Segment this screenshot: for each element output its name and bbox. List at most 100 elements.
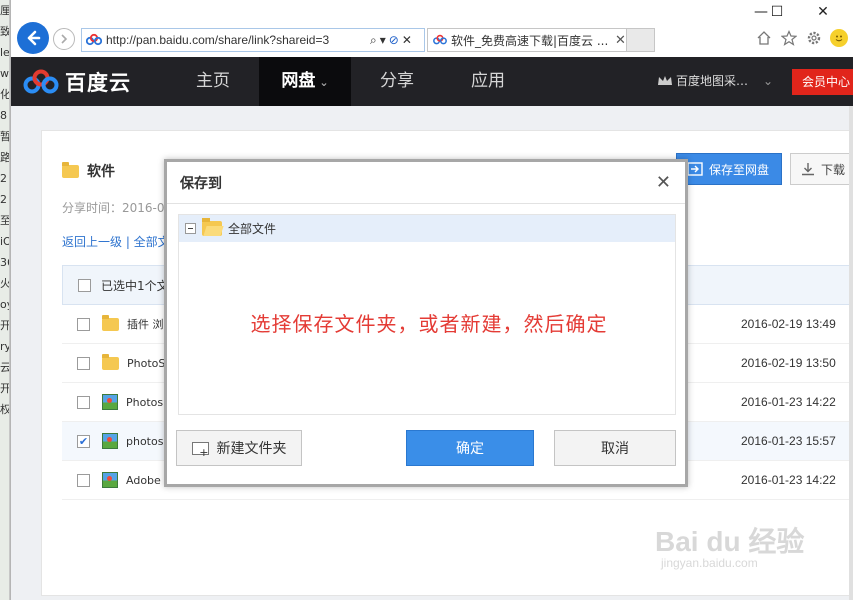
download-button[interactable]: 下载 bbox=[790, 153, 853, 185]
address-bar[interactable]: http://pan.baidu.com/share/link?shareid=… bbox=[81, 28, 425, 52]
file-name-text: 插件 浏 bbox=[127, 318, 164, 331]
tab-close-icon[interactable]: ✕ bbox=[615, 33, 626, 48]
chevron-down-icon: ⌄ bbox=[763, 73, 774, 88]
collapse-icon[interactable] bbox=[185, 223, 196, 234]
gear-icon[interactable] bbox=[805, 29, 823, 47]
bg-char: oy bbox=[0, 298, 9, 311]
user-name: 百度地图采… bbox=[676, 74, 749, 88]
nav-label: 网盘 bbox=[281, 71, 316, 91]
watermark-main: Bai du 经验 bbox=[655, 526, 805, 557]
baidu-yun-logo[interactable]: 百度云 bbox=[23, 67, 131, 97]
open-folder-icon bbox=[202, 218, 222, 236]
save-button-label: 保存至网盘 bbox=[709, 162, 770, 177]
confirm-button[interactable]: 确定 bbox=[406, 430, 534, 466]
scrollbar[interactable] bbox=[849, 106, 853, 600]
address-icons: ⌕ ▾ ⊘ ✕ bbox=[370, 33, 412, 48]
close-window-button[interactable]: ✕ bbox=[808, 4, 838, 20]
new-folder-label: 新建文件夹 bbox=[216, 441, 287, 457]
baidu-cloud-tab-icon bbox=[433, 34, 447, 45]
image-file-icon bbox=[102, 394, 118, 410]
bg-char: 开 bbox=[0, 319, 10, 332]
bg-char: 路 bbox=[0, 151, 10, 164]
row-checkbox[interactable] bbox=[77, 317, 90, 331]
smiley-icon[interactable] bbox=[830, 29, 848, 47]
bg-char: 化 bbox=[0, 88, 10, 101]
nav-home[interactable]: 主页 bbox=[169, 57, 257, 106]
baidu-yun-header: 百度云 主页 网盘 ⌄ 分享 应用 百度地图采… ⌄ 会员中心 bbox=[11, 57, 853, 106]
arrow-left-icon bbox=[27, 30, 41, 46]
dialog-close-icon[interactable]: ✕ bbox=[656, 172, 671, 193]
instruction-annotation: 选择保存文件夹，或者新建，然后确定 bbox=[250, 312, 608, 336]
new-folder-icon bbox=[191, 441, 209, 459]
file-name[interactable]: photos bbox=[102, 433, 163, 449]
file-date: 2016-02-19 13:50 bbox=[741, 356, 836, 370]
back-button[interactable] bbox=[17, 22, 49, 54]
file-name[interactable]: PhotoS bbox=[102, 353, 166, 370]
bg-char: 暂 bbox=[0, 130, 10, 143]
browser-toolbar-icons bbox=[755, 29, 848, 47]
row-checkbox[interactable] bbox=[77, 356, 90, 370]
nav-label: 主页 bbox=[196, 71, 230, 91]
user-menu[interactable]: 百度地图采… ⌄ bbox=[657, 72, 773, 89]
close-icon[interactable]: ✕ bbox=[402, 33, 412, 47]
file-name-text: Photos bbox=[126, 395, 164, 409]
star-icon[interactable] bbox=[780, 29, 798, 47]
nav-netdisk[interactable]: 网盘 ⌄ bbox=[259, 57, 351, 106]
download-button-label: 下载 bbox=[821, 162, 846, 177]
file-name[interactable]: Photos bbox=[102, 394, 163, 410]
cloud-logo-icon bbox=[23, 69, 59, 94]
address-url[interactable]: http://pan.baidu.com/share/link?shareid=… bbox=[106, 33, 366, 47]
stop-icon[interactable]: ⊘ bbox=[389, 33, 399, 47]
image-file-icon bbox=[102, 472, 118, 488]
image-file-icon bbox=[102, 433, 118, 449]
dropdown-icon[interactable]: ▾ bbox=[380, 33, 386, 47]
nav-share[interactable]: 分享 bbox=[351, 57, 443, 106]
bg-char: w bbox=[0, 67, 9, 80]
selected-count: 已选中1个文 bbox=[101, 278, 169, 293]
search-icon[interactable]: ⌕ bbox=[370, 33, 377, 48]
arrow-right-icon bbox=[61, 34, 68, 44]
bg-char: 火 bbox=[0, 277, 10, 290]
row-checkbox[interactable] bbox=[77, 395, 90, 409]
bg-char: ry bbox=[0, 340, 10, 353]
share-title: 软件 bbox=[62, 161, 115, 181]
bg-char: 2 bbox=[0, 193, 7, 206]
row-checkbox[interactable] bbox=[77, 473, 90, 487]
file-name-text: photos bbox=[126, 434, 164, 448]
bg-char: 权 bbox=[0, 403, 10, 416]
cancel-button[interactable]: 取消 bbox=[554, 430, 676, 466]
bg-char: 至 bbox=[0, 214, 10, 227]
row-checkbox-checked[interactable]: ✔ bbox=[77, 434, 90, 448]
nav-apps[interactable]: 应用 bbox=[443, 57, 533, 106]
bg-char: le bbox=[0, 46, 10, 59]
save-to-dialog: 保存到 ✕ 全部文件 选择保存文件夹，或者新建，然后确定 新建文件夹 确定 取消 bbox=[164, 159, 688, 487]
home-icon[interactable] bbox=[755, 29, 773, 47]
nav-label: 应用 bbox=[471, 71, 505, 91]
bg-char: iO bbox=[0, 235, 9, 248]
bg-char: 厘 bbox=[0, 4, 10, 17]
browser-tab[interactable]: 软件_免费高速下载|百度云 ... ✕ bbox=[427, 28, 627, 52]
forward-button[interactable] bbox=[53, 28, 75, 50]
baidu-cloud-favicon-icon bbox=[86, 33, 102, 46]
file-date: 2016-01-23 15:57 bbox=[741, 434, 836, 448]
file-date: 2016-01-23 14:22 bbox=[741, 473, 836, 487]
select-all-checkbox[interactable] bbox=[78, 278, 91, 292]
vip-center-button[interactable]: 会员中心 bbox=[792, 69, 853, 95]
file-name[interactable]: Adobe bbox=[102, 472, 161, 488]
maximize-button[interactable]: ☐ bbox=[762, 4, 792, 20]
bg-char: 致 bbox=[0, 25, 10, 38]
bg-char: 云 bbox=[0, 361, 10, 374]
folder-icon bbox=[102, 314, 119, 331]
new-tab-button[interactable] bbox=[627, 28, 655, 52]
breadcrumb[interactable]: 返回上一级 | 全部文 bbox=[62, 233, 170, 250]
logo-text: 百度云 bbox=[65, 71, 131, 95]
download-icon bbox=[802, 163, 814, 176]
tree-item-all-files[interactable]: 全部文件 bbox=[179, 215, 675, 242]
save-to-disk-button[interactable]: 保存至网盘 bbox=[676, 153, 782, 185]
file-name[interactable]: 插件 浏 bbox=[102, 314, 164, 332]
file-name-text: PhotoS bbox=[127, 356, 166, 370]
bg-char: 36 bbox=[0, 256, 9, 269]
background-window-strip: 厘 致 le w 化 8 暂 路 2 2 至 iO 36 火 oy 开 ry 云… bbox=[0, 0, 10, 600]
dialog-title: 保存到 bbox=[180, 175, 222, 192]
new-folder-button[interactable]: 新建文件夹 bbox=[176, 430, 302, 466]
